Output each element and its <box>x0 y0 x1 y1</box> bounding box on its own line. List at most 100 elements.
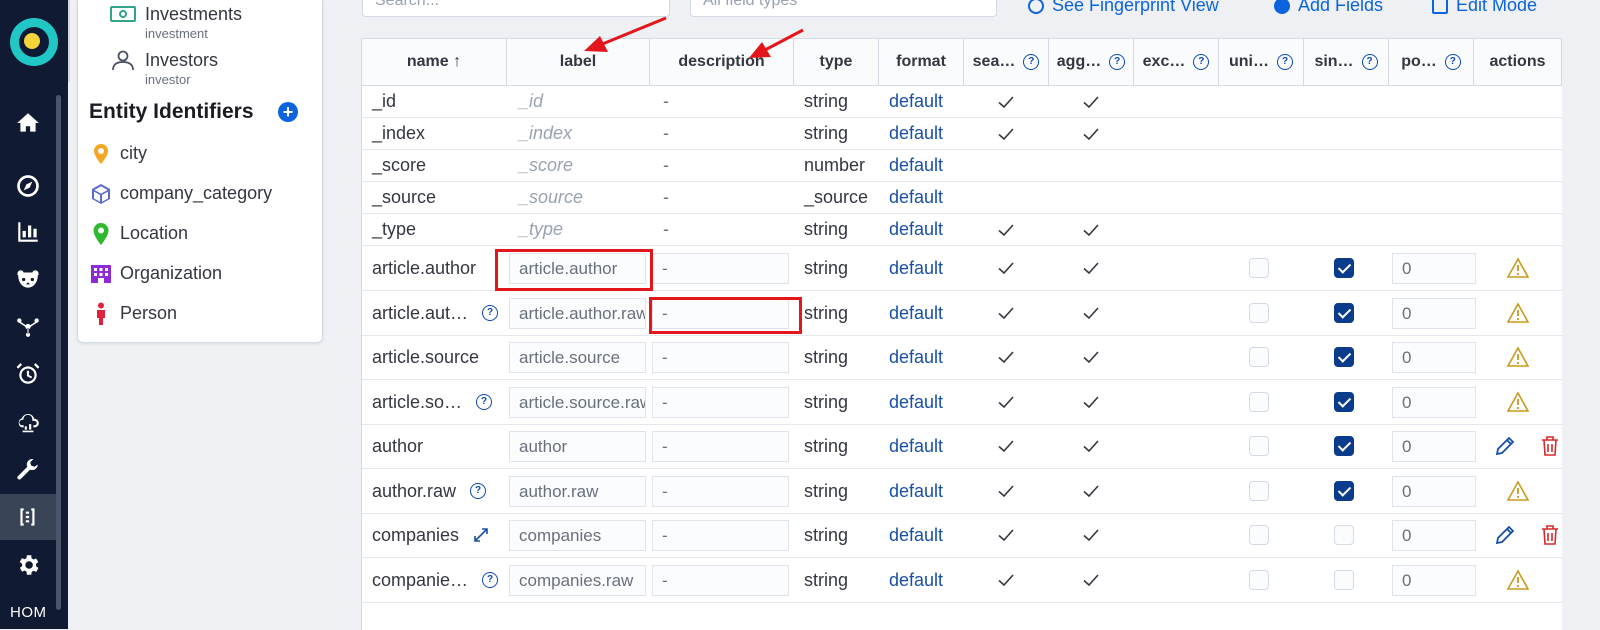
position-input[interactable]: 0 <box>1392 298 1476 329</box>
label-input[interactable]: author.raw <box>509 476 646 507</box>
label-input[interactable]: author <box>509 431 646 462</box>
unique-checkbox[interactable] <box>1249 525 1269 545</box>
unique-checkbox[interactable] <box>1249 570 1269 590</box>
help-icon[interactable]: ? <box>482 572 499 588</box>
trash-icon[interactable] <box>1539 524 1561 546</box>
nav-discover[interactable] <box>0 163 56 209</box>
position-input[interactable]: 0 <box>1392 565 1476 596</box>
unique-checkbox[interactable] <box>1249 347 1269 367</box>
label-input[interactable]: article.source.raw <box>509 387 646 418</box>
add-entity-identifier-button[interactable]: + <box>278 102 298 122</box>
column-header-description[interactable]: description <box>650 39 794 86</box>
fingerprint-view-link[interactable]: See Fingerprint View <box>1028 0 1219 16</box>
field-format-link[interactable]: default <box>879 335 943 379</box>
field-format-link[interactable]: default <box>879 118 943 149</box>
description-input[interactable]: - <box>652 565 789 596</box>
unique-checkbox[interactable] <box>1249 481 1269 501</box>
position-input[interactable]: 0 <box>1392 476 1476 507</box>
description-input[interactable]: - <box>652 253 789 284</box>
help-icon[interactable]: ? <box>1361 54 1378 70</box>
help-icon[interactable]: ? <box>1193 54 1210 70</box>
position-input[interactable]: 0 <box>1392 387 1476 418</box>
nav-settings[interactable] <box>0 542 56 588</box>
help-icon[interactable]: ? <box>476 394 493 410</box>
description-input[interactable]: - <box>652 342 789 373</box>
column-header-position[interactable]: po…? <box>1389 39 1474 86</box>
help-icon[interactable]: ? <box>1277 54 1293 70</box>
nav-graph[interactable] <box>0 303 56 349</box>
label-input[interactable]: companies.raw <box>509 565 646 596</box>
column-header-excluded[interactable]: exc…? <box>1134 39 1219 86</box>
add-fields-link[interactable]: Add Fields <box>1274 0 1383 16</box>
single-value-checkbox[interactable] <box>1334 570 1354 590</box>
single-value-checkbox[interactable] <box>1334 347 1354 367</box>
warning-icon[interactable] <box>1507 480 1529 502</box>
warning-icon[interactable] <box>1507 302 1529 324</box>
field-format-link[interactable]: default <box>879 182 943 213</box>
pencil-icon[interactable] <box>1494 524 1516 546</box>
trash-icon[interactable] <box>1539 435 1561 457</box>
entity-item-organization[interactable]: Organization <box>90 261 310 289</box>
field-format-link[interactable]: default <box>879 424 943 468</box>
nav-timeline[interactable] <box>0 351 56 397</box>
entity-item-person[interactable]: Person <box>90 301 310 329</box>
app-logo[interactable] <box>10 18 58 66</box>
field-type-select[interactable]: All field types <box>690 0 997 17</box>
field-format-link[interactable]: default <box>879 380 943 424</box>
entity-item-city[interactable]: city <box>90 141 310 169</box>
field-format-link[interactable]: default <box>879 246 943 290</box>
single-value-checkbox[interactable] <box>1334 392 1354 412</box>
single-value-checkbox[interactable] <box>1334 436 1354 456</box>
expand-icon[interactable] <box>473 527 489 543</box>
description-input[interactable]: - <box>652 387 789 418</box>
single-value-checkbox[interactable] <box>1334 481 1354 501</box>
column-header-searchable[interactable]: sea…? <box>964 39 1049 86</box>
single-value-checkbox[interactable] <box>1334 258 1354 278</box>
position-input[interactable]: 0 <box>1392 431 1476 462</box>
warning-icon[interactable] <box>1507 569 1529 591</box>
pencil-icon[interactable] <box>1494 435 1516 457</box>
position-input[interactable]: 0 <box>1392 342 1476 373</box>
help-icon[interactable]: ? <box>470 483 487 499</box>
nav-management[interactable] <box>0 447 56 493</box>
column-header-aggregatable[interactable]: agg…? <box>1049 39 1134 86</box>
entity-item-company-category[interactable]: company_category <box>90 181 310 209</box>
warning-icon[interactable] <box>1507 257 1529 279</box>
nav-scrollbar[interactable] <box>56 95 61 610</box>
edit-mode-link[interactable]: Edit Mode <box>1432 0 1537 16</box>
column-header-actions[interactable]: actions <box>1474 39 1562 86</box>
column-header-unique[interactable]: uni…? <box>1219 39 1304 86</box>
warning-icon[interactable] <box>1507 346 1529 368</box>
unique-checkbox[interactable] <box>1249 258 1269 278</box>
entity-item-location[interactable]: Location <box>90 221 310 249</box>
single-value-checkbox[interactable] <box>1334 303 1354 323</box>
column-header-name[interactable]: name ↑ <box>362 39 507 86</box>
help-icon[interactable]: ? <box>1109 54 1126 70</box>
field-format-link[interactable]: default <box>879 291 943 335</box>
field-format-link[interactable]: default <box>879 469 943 513</box>
nav-visualize[interactable] <box>0 209 56 255</box>
column-header-type[interactable]: type <box>794 39 879 86</box>
help-icon[interactable]: ? <box>1023 54 1040 70</box>
unique-checkbox[interactable] <box>1249 392 1269 412</box>
search-input[interactable]: Search... <box>362 0 670 17</box>
label-input[interactable]: companies <box>509 520 646 551</box>
position-input[interactable]: 0 <box>1392 520 1476 551</box>
column-header-format[interactable]: format <box>879 39 964 86</box>
field-format-link[interactable]: default <box>879 150 943 181</box>
column-header-label[interactable]: label <box>507 39 650 86</box>
nav-cloud[interactable] <box>0 399 56 445</box>
label-input[interactable]: article.author.raw <box>509 298 646 329</box>
help-icon[interactable]: ? <box>482 305 499 321</box>
description-input[interactable]: - <box>652 476 789 507</box>
nav-data-model[interactable] <box>0 494 56 540</box>
description-input[interactable]: - <box>652 520 789 551</box>
nav-home[interactable] <box>0 100 56 146</box>
unique-checkbox[interactable] <box>1249 303 1269 323</box>
help-icon[interactable]: ? <box>1444 54 1461 70</box>
field-format-link[interactable]: default <box>879 214 943 245</box>
field-format-link[interactable]: default <box>879 513 943 557</box>
description-input[interactable]: - <box>652 431 789 462</box>
column-header-single[interactable]: sin…? <box>1304 39 1389 86</box>
field-format-link[interactable]: default <box>879 86 943 117</box>
